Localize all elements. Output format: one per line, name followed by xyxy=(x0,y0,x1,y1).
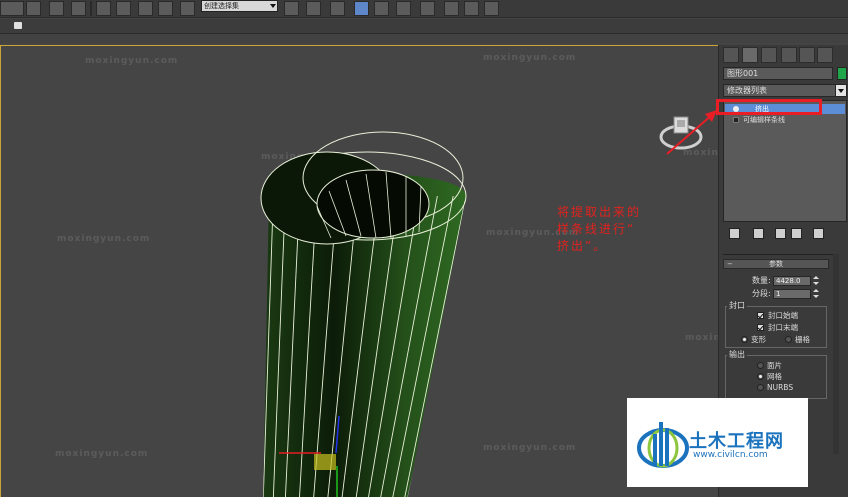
collapse-icon: − xyxy=(727,260,733,268)
ribbon-minimize-icon[interactable] xyxy=(14,22,22,29)
modifier-stack: 挤出 可编辑样条线 xyxy=(723,100,847,222)
segments-label: 分段: xyxy=(752,289,771,298)
output-title: 输出 xyxy=(727,349,747,360)
expand-icon[interactable] xyxy=(733,117,739,123)
ribbon-toggle-icon[interactable] xyxy=(354,1,369,16)
highlight-box xyxy=(716,99,822,115)
segments-spinner[interactable]: 1 xyxy=(773,289,811,299)
rotate-icon[interactable] xyxy=(71,1,86,16)
app-window: 创建选择集 moxingyun.com moxingyun.com moxing… xyxy=(0,0,848,497)
modifier-list-dropdown[interactable]: 修改器列表 xyxy=(723,84,847,97)
annotation-line: 样条线进行“ xyxy=(557,222,636,236)
amount-spinner-arrows[interactable] xyxy=(813,276,819,286)
named-selection-set-value: 创建选择集 xyxy=(204,2,239,10)
snap-icon[interactable] xyxy=(96,1,111,16)
tab-display-icon[interactable] xyxy=(799,47,815,63)
segments-spinner-arrows[interactable] xyxy=(813,289,819,299)
globe-logo-icon xyxy=(637,422,689,468)
mirror-icon[interactable] xyxy=(284,1,299,16)
tab-motion-icon[interactable] xyxy=(781,47,797,63)
stack-toolbar xyxy=(723,226,847,241)
select-icon[interactable] xyxy=(0,1,24,16)
make-unique-icon[interactable] xyxy=(775,228,786,239)
output-nurbs-label: NURBS xyxy=(767,383,794,392)
show-end-result-icon[interactable] xyxy=(753,228,764,239)
grid-radio[interactable] xyxy=(785,336,792,343)
command-panel-tabs xyxy=(723,47,845,64)
annotation-line: 挤出”。 xyxy=(557,239,608,253)
stack-item-label: 可编辑样条线 xyxy=(743,116,785,124)
object-color-swatch[interactable] xyxy=(837,67,847,80)
panel-scrollbar[interactable] xyxy=(833,254,839,454)
tab-modify-icon[interactable] xyxy=(742,47,758,63)
output-mesh-label: 网格 xyxy=(767,372,782,381)
amount-spinner[interactable]: 4428.0 xyxy=(773,276,811,286)
main-toolbar: 创建选择集 xyxy=(0,0,848,18)
parameters-rollout-header[interactable]: − 参数 xyxy=(723,259,829,269)
spinner-snap-icon[interactable] xyxy=(158,1,173,16)
stack-item-editable-spline[interactable]: 可编辑样条线 xyxy=(725,115,845,125)
grid-label: 栅格 xyxy=(795,335,810,344)
parameters-title: 参数 xyxy=(769,260,783,268)
align-icon[interactable] xyxy=(306,1,321,16)
select-region-icon[interactable] xyxy=(26,1,41,16)
extruded-tube-model[interactable] xyxy=(1,46,718,497)
render-icon[interactable] xyxy=(484,1,499,16)
edit-named-selection-icon[interactable] xyxy=(180,1,195,16)
cap-start-label: 封口始端 xyxy=(768,311,798,320)
annotation-text: 将提取出来的 样条线进行“ 挤出”。 xyxy=(557,204,677,255)
morph-label: 变形 xyxy=(751,335,766,344)
tab-utilities-icon[interactable] xyxy=(817,47,833,63)
object-name-field[interactable]: 图形001 xyxy=(723,67,833,80)
perspective-viewport[interactable]: moxingyun.com moxingyun.com moxingyun.co… xyxy=(0,45,718,497)
tab-hierarchy-icon[interactable] xyxy=(761,47,777,63)
site-logo: 土木工程网 www.civilcn.com xyxy=(627,398,808,487)
angle-snap-icon[interactable] xyxy=(116,1,131,16)
cap-start-checkbox[interactable] xyxy=(757,312,764,319)
annotation-line: 将提取出来的 xyxy=(557,205,642,219)
curve-editor-icon[interactable] xyxy=(374,1,389,16)
render-setup-icon[interactable] xyxy=(444,1,459,16)
cap-end-checkbox[interactable] xyxy=(757,324,764,331)
output-mesh-radio[interactable] xyxy=(757,373,764,380)
output-patch-radio[interactable] xyxy=(757,362,764,369)
render-frame-icon[interactable] xyxy=(464,1,479,16)
output-patch-label: 面片 xyxy=(767,361,782,370)
chevron-down-icon xyxy=(270,4,276,8)
remove-modifier-icon[interactable] xyxy=(791,228,802,239)
material-editor-icon[interactable] xyxy=(420,1,435,16)
cap-end-label: 封口末端 xyxy=(768,323,798,332)
layer-icon[interactable] xyxy=(330,1,345,16)
logo-url: www.civilcn.com xyxy=(693,450,768,460)
toolbar-separator xyxy=(90,1,92,16)
capping-title: 封口 xyxy=(727,300,747,311)
amount-label: 数量: xyxy=(752,276,771,285)
morph-radio[interactable] xyxy=(741,336,748,343)
ribbon-gap xyxy=(0,34,848,43)
pin-stack-icon[interactable] xyxy=(729,228,740,239)
chevron-down-icon[interactable] xyxy=(835,84,847,97)
output-nurbs-radio[interactable] xyxy=(757,384,764,391)
percent-snap-icon[interactable] xyxy=(138,1,153,16)
ribbon-bar xyxy=(0,19,848,43)
move-icon[interactable] xyxy=(49,1,64,16)
viewcube-icon[interactable] xyxy=(659,115,703,151)
configure-sets-icon[interactable] xyxy=(813,228,824,239)
modifier-list-label: 修改器列表 xyxy=(727,86,767,95)
tab-create-icon[interactable] xyxy=(723,47,739,63)
schematic-view-icon[interactable] xyxy=(396,1,411,16)
named-selection-set-dropdown[interactable]: 创建选择集 xyxy=(201,0,278,12)
